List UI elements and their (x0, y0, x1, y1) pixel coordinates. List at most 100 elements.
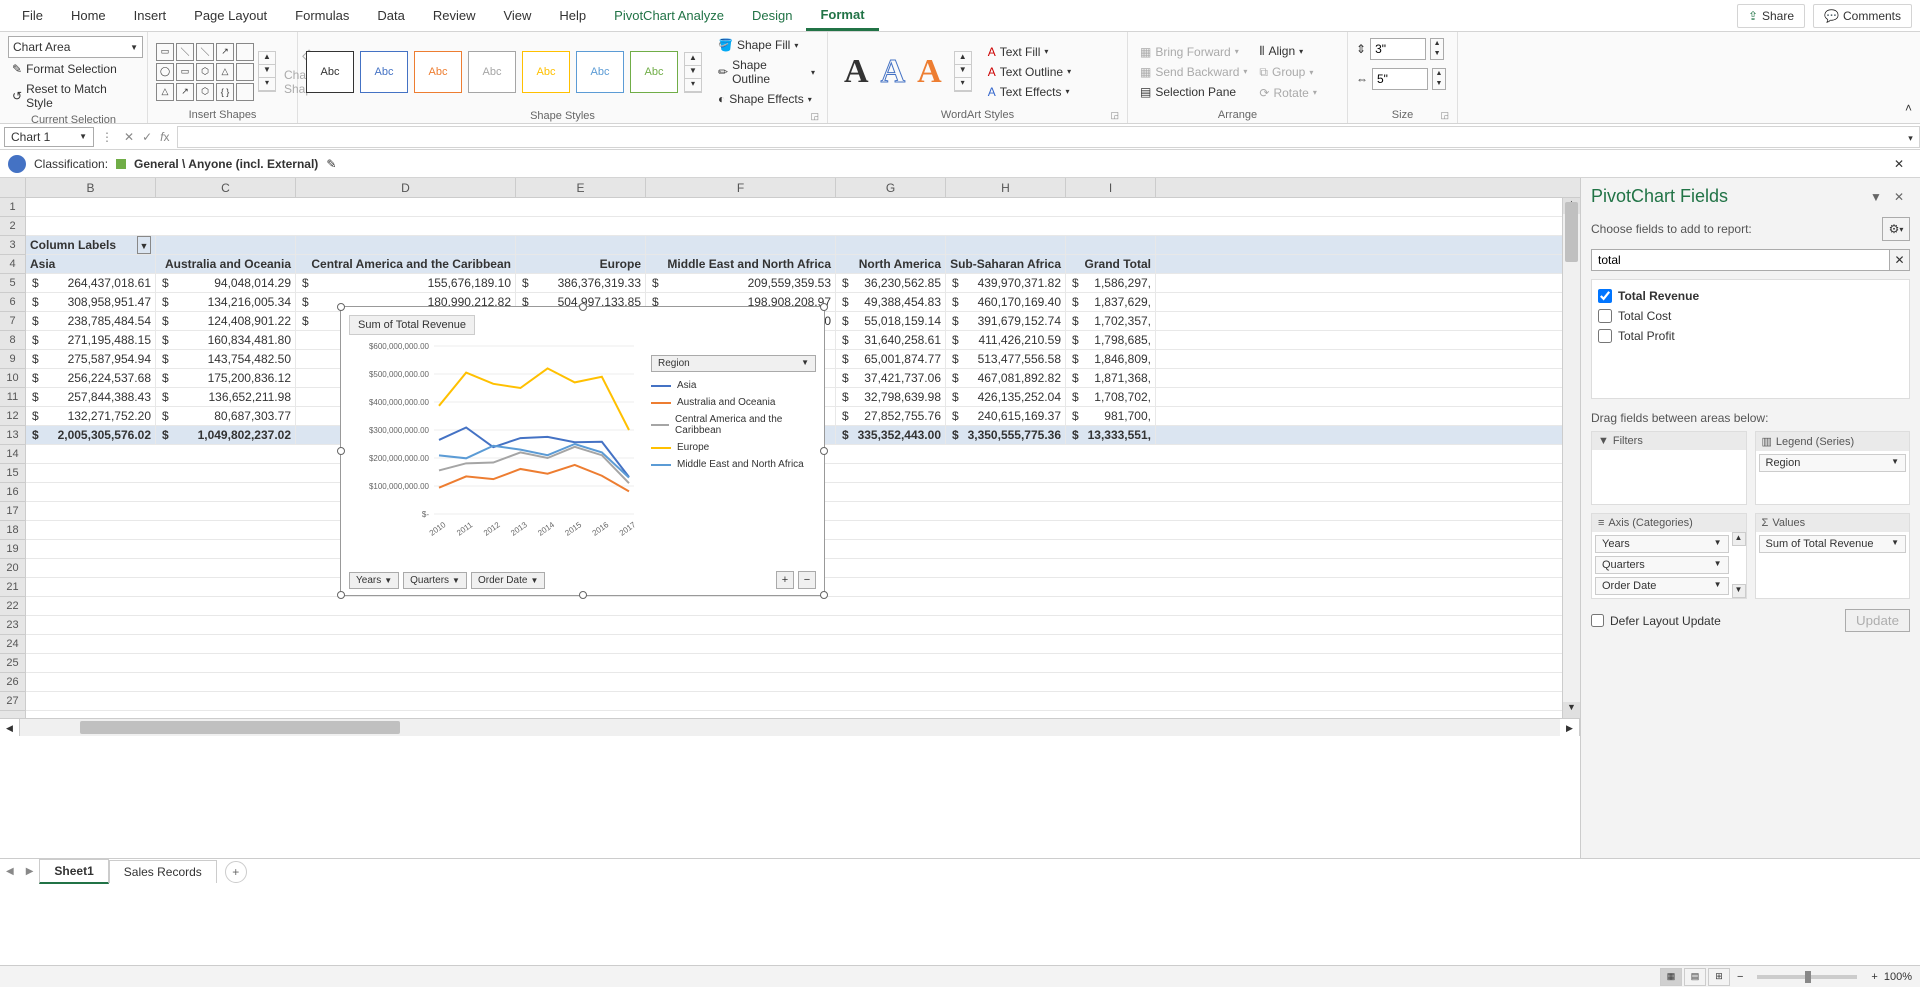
row-header[interactable]: 13 (0, 426, 25, 445)
legend-area[interactable]: ▥Legend (Series) Region▼ (1755, 431, 1911, 505)
tab-data[interactable]: Data (363, 2, 418, 29)
cell[interactable]: Sub-Saharan Africa (946, 255, 1066, 273)
cell[interactable]: Column Labels▼ (26, 236, 156, 254)
collapse-ribbon-button[interactable]: ˄ (1897, 93, 1920, 123)
shape-styles-dialog[interactable]: ◲ (810, 111, 819, 122)
row-header[interactable]: 4 (0, 255, 25, 274)
shape-style-6[interactable]: Abc (576, 51, 624, 93)
cell[interactable]: $124,408,901.22 (156, 312, 296, 330)
axis-item[interactable]: Quarters▼ (1595, 556, 1729, 574)
row-header[interactable]: 3 (0, 236, 25, 255)
column-header[interactable]: H (946, 178, 1066, 197)
legend-item[interactable]: Australia and Oceania (651, 397, 816, 408)
cancel-formula-icon[interactable]: ✕ (124, 130, 134, 144)
cell[interactable]: $1,846,809, (1066, 350, 1156, 368)
cell[interactable]: $13,333,551, (1066, 426, 1156, 444)
cell[interactable]: $1,702,357, (1066, 312, 1156, 330)
row-header[interactable]: 24 (0, 635, 25, 654)
cell[interactable]: $3,350,555,775.36 (946, 426, 1066, 444)
name-box[interactable]: Chart 1▼ (4, 127, 94, 147)
chart-orderdate-filter[interactable]: Order Date▼ (471, 572, 545, 589)
select-all-corner[interactable] (0, 178, 26, 197)
column-header[interactable]: D (296, 178, 516, 197)
close-classification-icon[interactable]: ✕ (1886, 157, 1912, 171)
zoom-in-button[interactable]: + (1871, 971, 1877, 983)
row-header[interactable]: 17 (0, 502, 25, 521)
column-header[interactable]: E (516, 178, 646, 197)
values-item-sum[interactable]: Sum of Total Revenue▼ (1759, 535, 1907, 553)
tab-help[interactable]: Help (545, 2, 600, 29)
cell[interactable]: $2,005,305,576.02 (26, 426, 156, 444)
wordart-style-3[interactable]: A (917, 53, 942, 91)
wordart-style-1[interactable]: A (844, 53, 869, 91)
tab-formulas[interactable]: Formulas (281, 2, 363, 29)
share-button[interactable]: ⇪Share (1737, 4, 1805, 28)
row-header[interactable]: 8 (0, 331, 25, 350)
legend-item[interactable]: Europe (651, 442, 816, 453)
shape-style-gallery[interactable]: Abc Abc Abc Abc Abc Abc Abc ▲▼▾ (306, 51, 702, 93)
chart-plot-area[interactable]: $600,000,000.00$500,000,000.00$400,000,0… (349, 339, 639, 539)
fx-icon[interactable]: fx (160, 130, 169, 144)
page-layout-view-button[interactable]: ▤ (1684, 968, 1706, 986)
row-header[interactable]: 14 (0, 445, 25, 464)
shape-style-more[interactable]: ▲▼▾ (684, 52, 702, 93)
horizontal-scrollbar[interactable]: ◀ ▶ (0, 718, 1580, 736)
tab-design[interactable]: Design (738, 2, 806, 29)
row-header[interactable]: 23 (0, 616, 25, 635)
cell[interactable]: $467,081,892.82 (946, 369, 1066, 387)
row-header[interactable]: 7 (0, 312, 25, 331)
height-spinner[interactable]: ▲▼ (1430, 38, 1444, 60)
cell[interactable]: $411,426,210.59 (946, 331, 1066, 349)
cell[interactable]: $238,785,484.54 (26, 312, 156, 330)
cell[interactable]: $439,970,371.82 (946, 274, 1066, 292)
shape-style-5[interactable]: Abc (522, 51, 570, 93)
sheet-nav-next[interactable]: ▶ (20, 866, 40, 877)
wordart-more[interactable]: ▲▼▾ (954, 51, 972, 92)
cell[interactable]: $335,352,443.00 (836, 426, 946, 444)
page-break-view-button[interactable]: ⊞ (1708, 968, 1730, 986)
hscroll-thumb[interactable] (80, 721, 400, 734)
vscroll-thumb[interactable] (1565, 202, 1578, 262)
selection-pane-button[interactable]: ▤Selection Pane (1136, 83, 1251, 101)
tab-format[interactable]: Format (806, 1, 878, 31)
row-header[interactable]: 6 (0, 293, 25, 312)
cell[interactable] (296, 236, 516, 254)
values-area[interactable]: ΣValues Sum of Total Revenue▼ (1755, 513, 1911, 599)
cell[interactable] (946, 236, 1066, 254)
shape-style-4[interactable]: Abc (468, 51, 516, 93)
cell[interactable]: $981,700, (1066, 407, 1156, 425)
cell[interactable]: $1,586,297, (1066, 274, 1156, 292)
reset-style-button[interactable]: ↺Reset to Match Style (8, 80, 139, 112)
cell[interactable]: $80,687,303.77 (156, 407, 296, 425)
sheet-nav-prev[interactable]: ◀ (0, 866, 20, 877)
filters-area[interactable]: ▼Filters (1591, 431, 1747, 505)
row-header[interactable]: 2 (0, 217, 25, 236)
row-header[interactable]: 20 (0, 559, 25, 578)
cell[interactable] (516, 236, 646, 254)
chart-expand-button[interactable]: + (776, 571, 794, 589)
legend-item[interactable]: Central America and the Caribbean (651, 414, 816, 436)
cell[interactable]: $1,708,702, (1066, 388, 1156, 406)
clear-search-icon[interactable]: ✕ (1890, 249, 1910, 271)
shape-fill-button[interactable]: 🪣Shape Fill ▾ (714, 36, 819, 54)
pivot-chart-object[interactable]: Sum of Total Revenue $600,000,000.00$500… (340, 306, 825, 596)
cell[interactable]: Europe (516, 255, 646, 273)
row-header[interactable]: 26 (0, 673, 25, 692)
formula-input[interactable] (177, 126, 1902, 148)
width-spinner[interactable]: ▲▼ (1432, 68, 1446, 90)
text-effects-button[interactable]: AText Effects ▾ (984, 83, 1075, 101)
spreadsheet-grid[interactable]: BCDEFGHI 1234567891011121314151617181920… (0, 178, 1580, 858)
shape-gallery[interactable]: ▭＼＼↗ ◯▭⬡△ △↗⬡{ } (156, 43, 254, 101)
row-header[interactable]: 18 (0, 521, 25, 540)
axis-item[interactable]: Order Date▼ (1595, 577, 1729, 595)
cell[interactable]: $391,679,152.74 (946, 312, 1066, 330)
axis-area[interactable]: ≡Axis (Categories) Years▼Quarters▼Order … (1591, 513, 1747, 599)
row-header[interactable]: 21 (0, 578, 25, 597)
height-input[interactable] (1370, 38, 1426, 60)
column-header[interactable]: B (26, 178, 156, 197)
row-header[interactable]: 11 (0, 388, 25, 407)
tab-review[interactable]: Review (419, 2, 490, 29)
wordart-gallery[interactable]: A A A ▲▼▾ (836, 51, 980, 92)
row-header[interactable]: 27 (0, 692, 25, 711)
cell[interactable]: $256,224,537.68 (26, 369, 156, 387)
